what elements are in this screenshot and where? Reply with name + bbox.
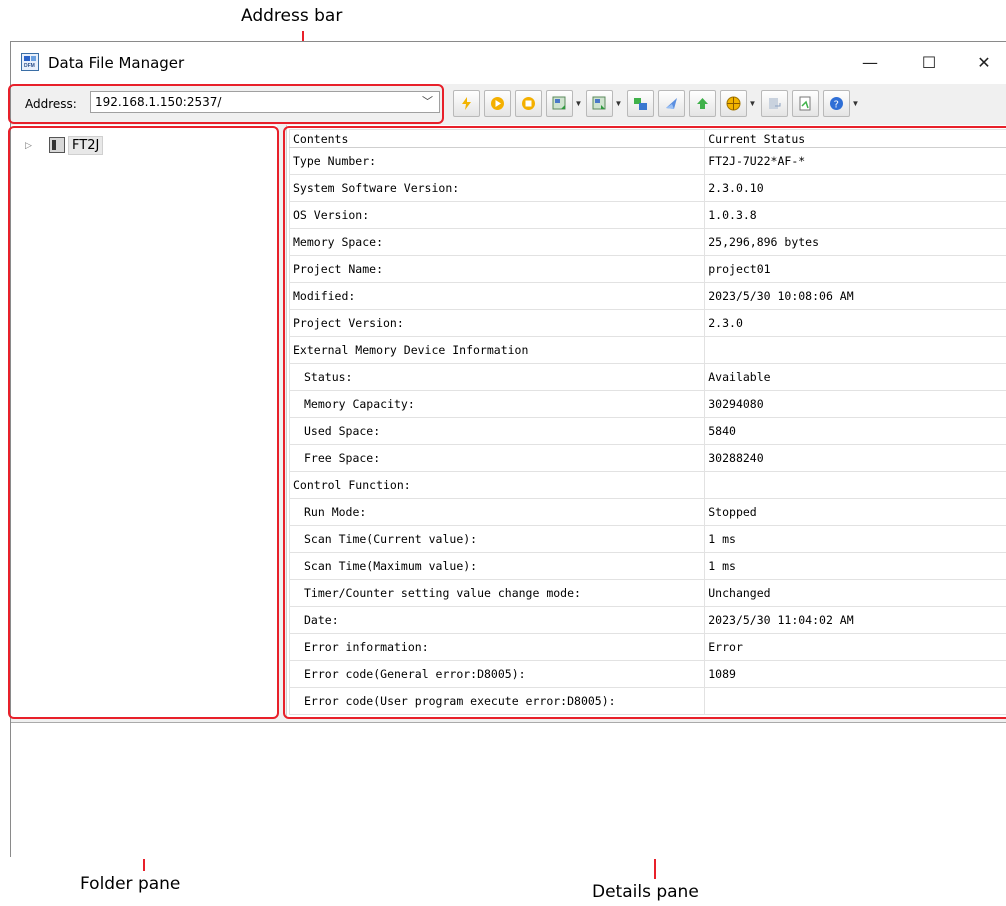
document-icon bbox=[799, 96, 811, 111]
globe-button[interactable] bbox=[720, 90, 747, 117]
upload-button[interactable] bbox=[546, 90, 573, 117]
title-bar: DFM Data File Manager — ☐ ✕ bbox=[11, 42, 1006, 84]
bottom-pane bbox=[11, 722, 1006, 859]
callout-details-pane: Details pane bbox=[592, 882, 699, 902]
download-icon bbox=[592, 96, 606, 110]
dfm-app-icon: DFM bbox=[21, 53, 39, 71]
close-button[interactable]: ✕ bbox=[961, 48, 1006, 78]
window-title: Data File Manager bbox=[48, 54, 185, 72]
document-button[interactable] bbox=[792, 90, 819, 117]
run-icon bbox=[491, 97, 504, 110]
download-button[interactable] bbox=[586, 90, 613, 117]
upload-dropdown-icon[interactable]: ▼ bbox=[573, 90, 584, 117]
lightning-button[interactable] bbox=[453, 90, 480, 117]
globe-dropdown-icon[interactable]: ▼ bbox=[747, 90, 758, 117]
folder-pane-highlight bbox=[8, 126, 279, 719]
upload-icon bbox=[552, 96, 566, 110]
export-button[interactable] bbox=[761, 90, 788, 117]
details-pane-highlight bbox=[283, 126, 1006, 719]
callout-folder-pane: Folder pane bbox=[80, 874, 181, 894]
help-button[interactable]: ? bbox=[823, 90, 850, 117]
minimize-button[interactable]: — bbox=[847, 48, 893, 78]
run-button[interactable] bbox=[484, 90, 511, 117]
send-icon bbox=[666, 98, 677, 109]
help-dropdown-icon[interactable]: ▼ bbox=[850, 90, 861, 117]
lightning-icon bbox=[462, 97, 471, 110]
svg-text:?: ? bbox=[834, 100, 839, 111]
transfer-icon bbox=[634, 98, 647, 110]
send-button[interactable] bbox=[658, 90, 685, 117]
callout-address-bar: Address bar bbox=[241, 6, 343, 26]
refresh-icon bbox=[697, 98, 708, 109]
maximize-button[interactable]: ☐ bbox=[906, 48, 952, 78]
globe-icon bbox=[726, 96, 741, 111]
download-dropdown-icon[interactable]: ▼ bbox=[613, 90, 624, 117]
transfer-button[interactable] bbox=[627, 90, 654, 117]
export-icon bbox=[769, 98, 781, 109]
address-bar-highlight bbox=[8, 84, 444, 124]
refresh-button[interactable] bbox=[689, 90, 716, 117]
help-icon: ? bbox=[830, 97, 843, 111]
stop-icon bbox=[522, 97, 535, 110]
stop-button[interactable] bbox=[515, 90, 542, 117]
